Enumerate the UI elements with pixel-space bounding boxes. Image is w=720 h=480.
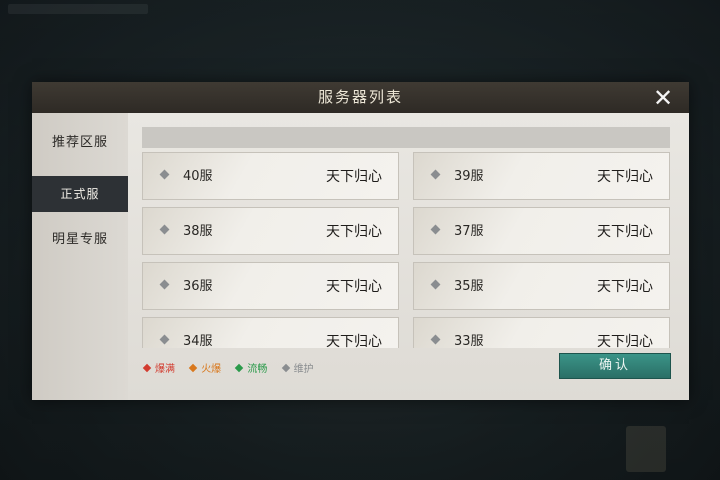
status-diamond-icon	[430, 279, 441, 290]
server-list-dialog: 服务器列表 ✕ 推荐区服 正式服 明星专服 40服 天下归心 39服 天下归心 …	[32, 82, 689, 400]
status-diamond-icon	[159, 224, 170, 235]
server-category-sidebar: 推荐区服 正式服 明星专服	[32, 113, 128, 400]
legend-label: 流畅	[247, 364, 268, 375]
diamond-icon	[235, 363, 244, 373]
server-list[interactable]: 40服 天下归心 39服 天下归心 38服 天下归心 37服 天下归心 36服	[142, 152, 674, 348]
server-zone: 天下归心	[326, 224, 382, 240]
list-header-bar	[142, 127, 670, 148]
legend-label: 爆满	[155, 364, 175, 375]
status-diamond-icon	[159, 169, 170, 180]
diamond-icon	[188, 363, 198, 373]
server-zone: 天下归心	[326, 169, 382, 185]
server-card[interactable]: 37服 天下归心	[413, 207, 670, 255]
dialog-title: 服务器列表	[317, 88, 403, 106]
server-card[interactable]: 33服 天下归心	[413, 317, 670, 348]
status-diamond-icon	[159, 334, 170, 345]
confirm-button[interactable]: 确认	[559, 353, 671, 379]
dialog-title-bar: 服务器列表 ✕	[32, 82, 689, 114]
status-diamond-icon	[430, 224, 441, 235]
server-zone: 天下归心	[597, 279, 653, 295]
server-zone: 天下归心	[597, 334, 653, 348]
server-name: 35服	[454, 279, 484, 294]
background-panel	[626, 426, 666, 472]
server-card[interactable]: 40服 天下归心	[142, 152, 399, 200]
server-zone: 天下归心	[597, 224, 653, 240]
server-card[interactable]: 36服 天下归心	[142, 262, 399, 310]
server-name: 40服	[183, 169, 213, 184]
tab-recommended[interactable]: 推荐区服	[32, 125, 128, 161]
legend-full: 爆满	[142, 362, 175, 378]
server-name: 36服	[183, 279, 213, 294]
tab-official[interactable]: 正式服	[32, 176, 128, 212]
server-name: 38服	[183, 224, 213, 239]
server-zone: 天下归心	[326, 279, 382, 295]
server-zone: 天下归心	[597, 169, 653, 185]
server-card[interactable]: 35服 天下归心	[413, 262, 670, 310]
diamond-icon	[142, 363, 152, 373]
legend-smooth: 流畅	[235, 362, 268, 378]
diamond-icon	[281, 363, 290, 373]
legend-label: 火爆	[201, 364, 222, 375]
background-top-text	[8, 4, 148, 14]
server-name: 33服	[454, 334, 484, 348]
status-legend: 爆满 火爆 流畅 维护	[142, 362, 326, 378]
close-icon[interactable]: ✕	[651, 86, 675, 110]
server-name: 39服	[454, 169, 484, 184]
server-card[interactable]: 34服 天下归心	[142, 317, 399, 348]
legend-label: 维护	[293, 364, 314, 375]
tab-star[interactable]: 明星专服	[32, 222, 128, 258]
status-diamond-icon	[430, 169, 441, 180]
server-card[interactable]: 39服 天下归心	[413, 152, 670, 200]
status-diamond-icon	[159, 279, 170, 290]
status-diamond-icon	[430, 334, 441, 345]
server-list-panel: 40服 天下归心 39服 天下归心 38服 天下归心 37服 天下归心 36服	[128, 113, 689, 400]
legend-hot: 火爆	[188, 362, 222, 378]
legend-maintenance: 维护	[281, 362, 314, 378]
server-name: 37服	[454, 224, 484, 239]
server-card[interactable]: 38服 天下归心	[142, 207, 399, 255]
server-zone: 天下归心	[326, 334, 382, 348]
server-name: 34服	[183, 334, 213, 348]
